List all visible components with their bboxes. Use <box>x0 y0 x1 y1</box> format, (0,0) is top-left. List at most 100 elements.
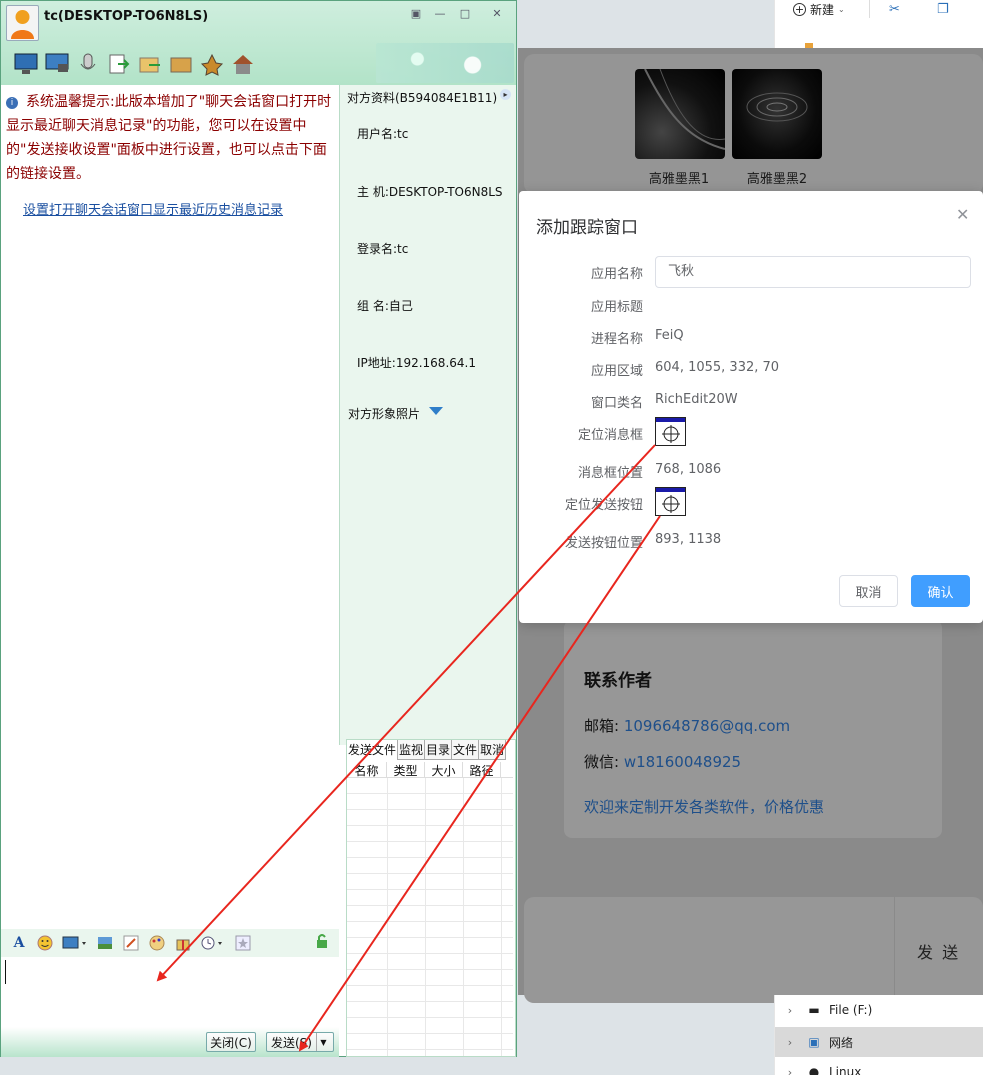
tab-send-file[interactable]: 发送文件 <box>347 740 399 760</box>
locate-msg-label: 定位消息框 <box>577 428 643 443</box>
locate-msg-crosshair[interactable] <box>655 417 686 446</box>
palette-icon[interactable] <box>147 933 167 953</box>
copy-button[interactable]: ❐ <box>937 0 949 18</box>
app-name-input[interactable]: 飞秋 <box>655 256 971 288</box>
tree-item-label: 网络 <box>829 1035 854 1050</box>
triangle-down-icon[interactable] <box>429 407 443 415</box>
image-icon[interactable] <box>95 933 115 953</box>
scissors-icon: ✂ <box>889 1 900 17</box>
cancel-button[interactable]: 取消 <box>839 575 898 607</box>
wechat-row: 微信: w18160048925 <box>584 751 741 772</box>
crosshair-titlebar <box>656 488 685 492</box>
new-label: 新建 <box>810 2 835 17</box>
lock-icon[interactable] <box>315 933 329 953</box>
column-size[interactable]: 大小 <box>425 762 463 778</box>
host-info: 主 机:DESKTOP-TO6N8LS <box>357 185 503 199</box>
crosshair-titlebar <box>656 418 685 422</box>
bg-input-divider <box>894 897 895 1003</box>
username-info: 用户名:tc <box>357 127 409 141</box>
region-row: 应用区域 604, 1055, 332, 70 <box>519 353 983 385</box>
column-path[interactable]: 路径 <box>463 762 501 778</box>
tab-cancel[interactable]: 取消 <box>479 740 507 760</box>
avatar[interactable] <box>6 5 39 41</box>
send-pos-row: 发送按钮位置 893, 1138 <box>519 525 983 557</box>
send-button[interactable]: 发送(S) ▼ <box>266 1032 334 1052</box>
theme-thumb-1[interactable] <box>635 69 725 159</box>
grid-line <box>501 778 502 1056</box>
locate-send-crosshair[interactable] <box>655 487 686 516</box>
email-label: 邮箱: <box>584 717 624 735</box>
crosshair-icon <box>662 495 680 513</box>
column-name[interactable]: 名称 <box>347 762 387 778</box>
history-settings-link[interactable]: 设置打开聊天会话窗口显示最近历史消息记录 <box>23 199 283 218</box>
contact-card: 联系作者 邮箱: 1096648786@qq.com 微信: w18160048… <box>564 620 942 838</box>
close-button[interactable]: 关闭(C) <box>206 1032 256 1052</box>
class-row: 窗口类名 RichEdit20W <box>519 385 983 417</box>
minimize-icon[interactable]: — <box>431 6 449 22</box>
microphone-icon[interactable] <box>72 49 103 79</box>
contact-heading: 联系作者 <box>584 671 652 691</box>
confirm-button[interactable]: 确认 <box>911 575 970 607</box>
bg-send-button[interactable]: 发 送 <box>917 939 960 963</box>
tree-item-label: File (F:) <box>829 1003 873 1017</box>
send-file-icon[interactable] <box>103 49 134 79</box>
window-title: tc(DESKTOP-TO6N8LS) <box>44 9 209 24</box>
region-label: 应用区域 <box>590 364 643 379</box>
message-input[interactable] <box>1 957 339 1027</box>
app-name-label: 应用名称 <box>590 267 643 282</box>
new-button[interactable]: + 新建 ⌄ <box>793 0 845 18</box>
star-icon[interactable] <box>233 933 253 953</box>
wechat-link[interactable]: w18160048925 <box>624 753 741 771</box>
promo-link[interactable]: 欢迎来定制开发各类软件，价格优惠 <box>584 796 824 817</box>
chevron-right-icon: › <box>787 1003 793 1017</box>
chat-window: tc(DESKTOP-TO6N8LS) ▣ — □ ✕ i 系统温馨提示:此版本增… <box>0 0 517 1057</box>
message-history[interactable]: i 系统温馨提示:此版本增加了"聊天会话窗口打开时显示最近聊天消息记录"的功能，您… <box>1 85 339 929</box>
bg-input-area: 发 送 <box>524 897 983 1003</box>
tab-file[interactable]: 文件 <box>452 740 480 760</box>
grid-line <box>463 778 464 1056</box>
maximize-icon[interactable]: □ <box>456 6 474 22</box>
app-name-row: 应用名称 飞秋 <box>519 256 983 288</box>
tab-monitor[interactable]: 监视 <box>398 740 426 760</box>
history-icon[interactable] <box>199 933 227 953</box>
theme-thumb-2[interactable] <box>732 69 822 159</box>
expand-icon[interactable]: ▸ <box>500 89 511 100</box>
screen-share-icon[interactable] <box>41 49 72 79</box>
chevron-down-icon[interactable]: ▼ <box>315 1033 330 1051</box>
remote-desktop-icon[interactable] <box>10 49 41 79</box>
ip-info: IP地址:192.168.64.1 <box>357 356 476 370</box>
font-icon[interactable]: A <box>9 933 29 953</box>
emoji-icon[interactable] <box>35 933 55 953</box>
contact-info-header: 对方资料(B594084E1B11) <box>347 91 498 105</box>
tree-item-drive-f[interactable]: › ▬ File (F:) <box>775 995 983 1025</box>
grid-line <box>387 778 388 1056</box>
chevron-down-icon: ⌄ <box>838 4 845 14</box>
email-link[interactable]: 1096648786@qq.com <box>624 717 790 735</box>
column-type[interactable]: 类型 <box>387 762 425 778</box>
tree-item-network[interactable]: › ▣ 网络 <box>775 1027 983 1057</box>
class-label: 窗口类名 <box>590 396 643 411</box>
menu-icon[interactable]: ▣ <box>407 6 425 22</box>
screenshot-icon[interactable] <box>61 933 89 953</box>
scribble-icon[interactable] <box>121 933 141 953</box>
close-icon[interactable]: ✕ <box>956 205 969 224</box>
chevron-right-icon: › <box>787 1065 793 1075</box>
file-list[interactable] <box>347 778 513 1056</box>
user-settings-icon[interactable] <box>196 49 227 79</box>
theme-label-1: 高雅墨黑1 <box>648 172 710 187</box>
toolbar-divider <box>869 0 870 18</box>
grid-line <box>425 778 426 1056</box>
contact-info-panel: 对方资料(B594084E1B11) ▸ 用户名:tc 主 机:DESKTOP-… <box>339 85 516 745</box>
folder-icon[interactable] <box>165 49 196 79</box>
msg-pos-label: 消息框位置 <box>577 466 643 481</box>
locate-msg-row: 定位消息框 <box>519 417 983 449</box>
home-icon[interactable] <box>227 49 258 79</box>
send-folder-icon[interactable] <box>134 49 165 79</box>
tree-item-linux[interactable]: › ● Linux <box>775 1057 983 1075</box>
class-value: RichEdit20W <box>655 392 738 407</box>
header-decoration <box>376 43 514 83</box>
tab-directory[interactable]: 目录 <box>425 740 453 760</box>
cut-button[interactable]: ✂ <box>889 0 900 18</box>
close-icon[interactable]: ✕ <box>488 6 506 22</box>
gift-icon[interactable] <box>173 933 193 953</box>
